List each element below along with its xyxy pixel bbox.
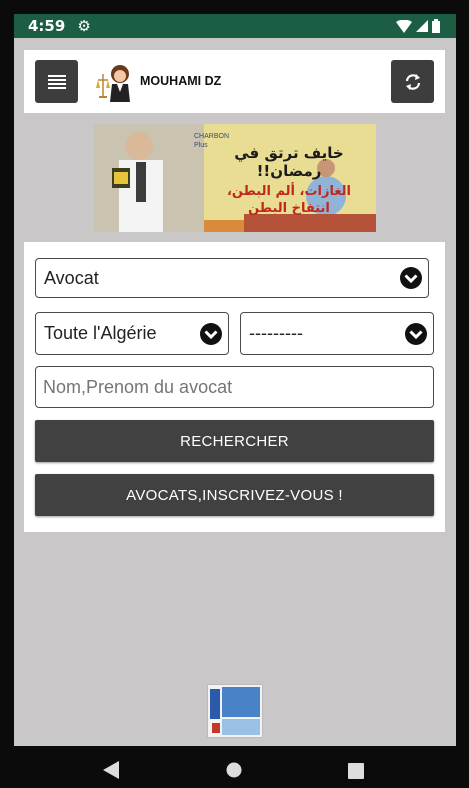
refresh-icon <box>405 73 420 90</box>
lawyer-name-input[interactable] <box>35 366 434 408</box>
ad-brand-mark: CHARBON Plus <box>194 133 230 149</box>
category-select[interactable]: Avocat <box>35 258 429 298</box>
chevron-down-icon <box>400 267 422 289</box>
region-select[interactable]: Toute l'Algérie <box>35 312 229 355</box>
search-form: Avocat Toute l'Algérie --------- RECHERC… <box>24 242 445 532</box>
signal-icon <box>416 20 428 32</box>
status-time: 4:59 <box>28 17 66 35</box>
settings-gear-icon: ⚙ <box>77 17 91 35</box>
app-header: MOUHAMI DZ <box>24 50 445 113</box>
subregion-select-value: --------- <box>249 323 303 343</box>
ad-subline-2: انتفاخ البطن <box>248 201 330 216</box>
ad-subline-1: الغازات، ألم البطن، <box>226 184 352 199</box>
chevron-down-icon <box>405 323 427 345</box>
status-bar: 4:59 ⚙ <box>14 14 456 38</box>
ad-text: خايف ترتق في رمضان!! الغازات، ألم البطن،… <box>214 144 364 216</box>
menu-button[interactable] <box>35 60 78 103</box>
system-navigation-bar <box>0 748 469 788</box>
region-select-value: Toute l'Algérie <box>44 323 157 343</box>
ad-banner[interactable]: خايف ترتق في رمضان!! الغازات، ألم البطن،… <box>94 124 376 232</box>
register-lawyer-button[interactable]: AVOCATS,INSCRIVEZ-VOUS ! <box>35 474 434 516</box>
refresh-button[interactable] <box>391 60 434 103</box>
chevron-down-icon <box>200 323 222 345</box>
device-frame: 4:59 ⚙ MOUHAMI DZ خايف ترتق في رمضان!! ا… <box>0 0 469 788</box>
search-button[interactable]: RECHERCHER <box>35 420 434 462</box>
brand-name: MOUHAMI DZ <box>140 74 222 88</box>
app-content: MOUHAMI DZ خايف ترتق في رمضان!! الغازات،… <box>14 38 456 746</box>
subregion-select[interactable]: --------- <box>240 312 434 355</box>
wifi-icon <box>396 19 412 33</box>
category-select-value: Avocat <box>44 267 99 288</box>
home-icon[interactable] <box>226 762 242 778</box>
recents-icon[interactable] <box>348 763 364 779</box>
status-icons <box>396 19 440 33</box>
app-logo <box>94 62 134 104</box>
ad-headline: خايف ترتق في رمضان!! <box>234 144 344 180</box>
battery-icon <box>432 19 440 33</box>
hamburger-icon <box>47 74 66 89</box>
back-icon[interactable] <box>103 761 119 779</box>
bottom-ad-thumbnail[interactable] <box>207 684 263 738</box>
